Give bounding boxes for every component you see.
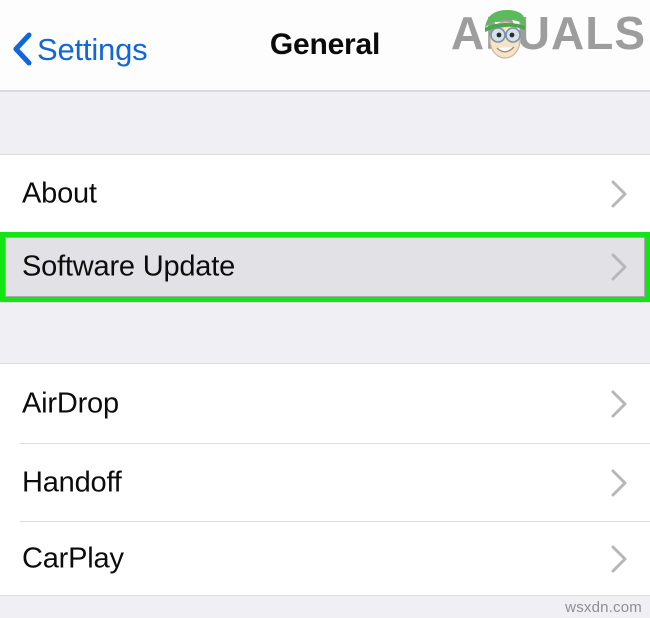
navigation-bar: Settings General APUALS	[0, 0, 650, 92]
settings-row-about[interactable]: About	[0, 155, 650, 232]
brand-wordmark: APUALS	[450, 7, 646, 59]
row-label: AirDrop	[22, 387, 119, 420]
appuals-watermark-logo: APUALS	[451, 2, 646, 64]
settings-row-handoff[interactable]: Handoff	[0, 444, 650, 521]
section-gap-middle	[0, 302, 650, 364]
chevron-right-icon	[611, 469, 627, 496]
chevron-right-icon	[611, 390, 627, 418]
settings-row-airdrop[interactable]: AirDrop	[0, 365, 650, 443]
chevron-right-icon	[611, 545, 627, 572]
section-gap-top	[0, 92, 650, 155]
chevron-right-icon	[611, 180, 627, 207]
row-label: Handoff	[22, 466, 122, 498]
settings-row-carplay[interactable]: CarPlay	[0, 522, 650, 595]
settings-row-software-update[interactable]: Software Update	[0, 232, 650, 302]
row-label: About	[22, 177, 97, 209]
cartoon-mascot-icon	[484, 10, 526, 59]
section-gap-bottom	[0, 595, 650, 618]
back-button-label: Settings	[37, 31, 148, 67]
chevron-left-icon	[13, 32, 32, 66]
chevron-right-icon	[611, 253, 627, 281]
row-label: CarPlay	[22, 542, 124, 574]
row-label: Software Update	[22, 250, 236, 283]
brand-wordmark-prefix: A	[450, 7, 486, 59]
settings-general-screen: Settings General APUALS About Software U…	[0, 0, 650, 618]
brand-wordmark-suffix: PUALS	[485, 7, 646, 59]
back-to-settings-button[interactable]: Settings	[12, 26, 148, 72]
